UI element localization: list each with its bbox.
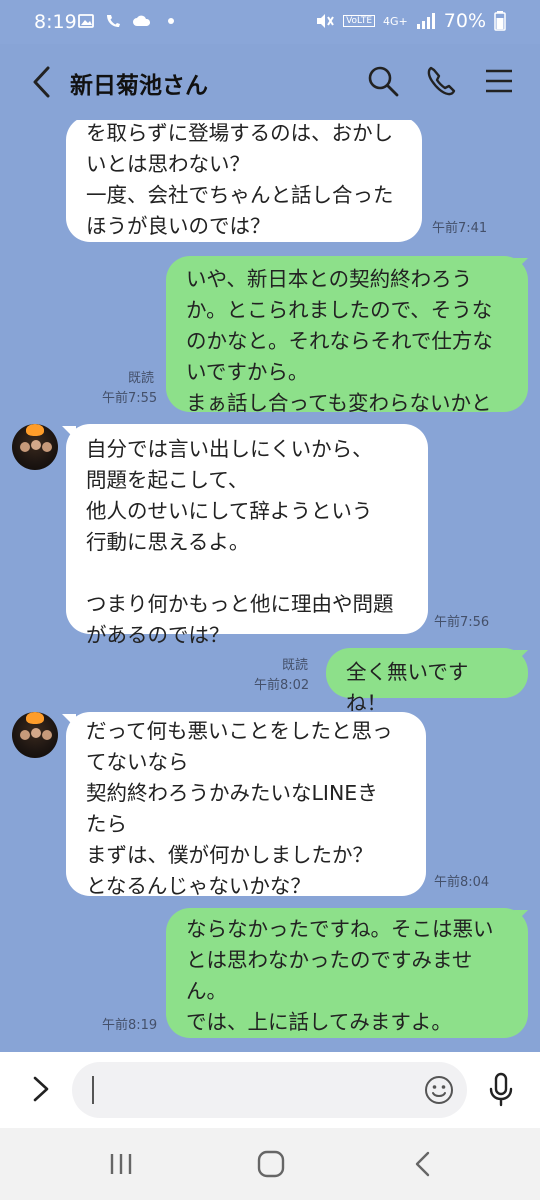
signal-icon bbox=[416, 13, 435, 29]
battery-icon bbox=[494, 11, 506, 31]
status-bar: 8:19 VoLTE 4G+ 70% bbox=[0, 0, 540, 44]
avatar[interactable] bbox=[12, 424, 58, 470]
avatar-flame bbox=[26, 424, 44, 436]
message-time: 午前8:19 bbox=[102, 1018, 158, 1033]
chat-messages[interactable]: を取らずに登場するのは、おかし いとは思わない？ 一度、会社でちゃんと話し合った… bbox=[0, 120, 540, 1050]
microphone-icon[interactable] bbox=[488, 1072, 514, 1108]
message-time: 午前7:41 bbox=[432, 221, 488, 236]
chat-header: 新日菊池さん bbox=[0, 44, 540, 120]
mute-icon bbox=[317, 14, 334, 28]
avatar-face bbox=[20, 442, 30, 452]
message-time: 午前8:02 bbox=[254, 678, 310, 693]
phone-icon[interactable] bbox=[424, 64, 458, 98]
avatar-face bbox=[42, 442, 52, 452]
recents-icon[interactable] bbox=[106, 1150, 136, 1178]
message-bubble-outgoing: 全く無いですね！ bbox=[326, 648, 528, 715]
message-time: 午前7:55 bbox=[102, 391, 158, 406]
read-receipt: 既読 bbox=[282, 658, 309, 673]
avatar-face bbox=[31, 440, 41, 450]
message-time: 午前7:56 bbox=[434, 615, 490, 630]
system-navigation-bar bbox=[0, 1128, 540, 1200]
volte-label: VoLTE bbox=[343, 15, 376, 27]
chat-title[interactable]: 新日菊池さん bbox=[70, 66, 208, 100]
message-bubble-incoming: を取らずに登場するのは、おかし いとは思わない？ 一度、会社でちゃんと話し合った… bbox=[66, 120, 422, 242]
status-time: 8:19 bbox=[34, 11, 77, 33]
message-input[interactable] bbox=[72, 1062, 467, 1118]
back-nav-icon[interactable] bbox=[408, 1150, 438, 1178]
search-icon[interactable] bbox=[366, 64, 400, 98]
notification-icons bbox=[78, 12, 174, 30]
home-icon[interactable] bbox=[256, 1150, 286, 1178]
emoji-icon[interactable] bbox=[423, 1074, 455, 1106]
message-bubble-incoming: だって何も悪いことをしたと思っ てないなら 契約終わろうかみたいなLINEき た… bbox=[66, 712, 426, 898]
wifi-call-icon bbox=[107, 15, 120, 27]
system-icons: VoLTE 4G+ 70% bbox=[315, 10, 506, 32]
read-receipt: 既読 bbox=[128, 371, 155, 386]
avatar[interactable] bbox=[12, 712, 58, 758]
dot-indicator bbox=[168, 18, 174, 24]
gallery-icon bbox=[78, 14, 94, 28]
message-input-bar bbox=[0, 1052, 540, 1128]
avatar-face bbox=[20, 730, 30, 740]
expand-chevron-icon[interactable] bbox=[30, 1074, 52, 1104]
message-bubble-incoming: 自分では言い出しにくいから、 問題を起こして、 他人のせいにして辞ようという 行… bbox=[66, 424, 428, 647]
battery-percent: 70% bbox=[443, 10, 486, 32]
message-time: 午前8:04 bbox=[434, 875, 490, 890]
network-label: 4G+ bbox=[383, 14, 408, 28]
message-bubble-outgoing: ならなかったですね。そこは悪い とは思わなかったのですみませ ん。 では、上に話… bbox=[166, 908, 528, 1038]
cloud-icon bbox=[133, 15, 151, 26]
avatar-face bbox=[42, 730, 52, 740]
message-bubble-outgoing: いや、新日本との契約終わろう か。とこられましたので、そうな のかなと。それなら… bbox=[166, 256, 528, 415]
back-icon[interactable] bbox=[30, 64, 54, 100]
text-cursor bbox=[92, 1076, 94, 1104]
avatar-face bbox=[31, 728, 41, 738]
avatar-flame bbox=[26, 712, 44, 724]
menu-icon[interactable] bbox=[482, 64, 516, 98]
